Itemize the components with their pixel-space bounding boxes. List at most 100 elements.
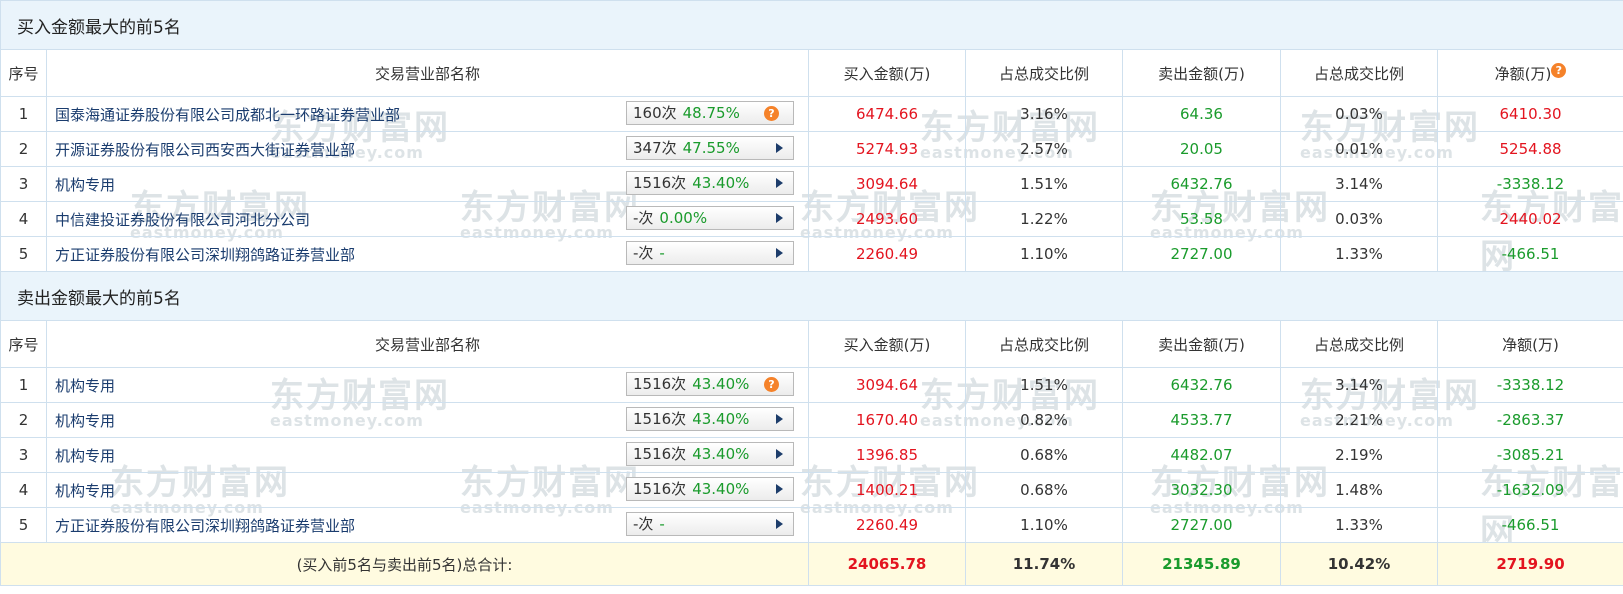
broker-name[interactable]: 机构专用 [55, 412, 115, 430]
history-pct: 48.75% [682, 104, 740, 122]
history-badge[interactable]: -次 - [626, 241, 794, 265]
play-arrow-icon [776, 449, 783, 459]
buy-ratio: 1.51% [965, 367, 1123, 403]
play-arrow-icon [776, 213, 783, 223]
buy-ratio: 0.68% [965, 472, 1123, 508]
sell-amount: 64.36 [1122, 96, 1281, 132]
broker-name[interactable]: 中信建投证券股份有限公司河北分公司 [55, 211, 310, 229]
net-amount: -3085.21 [1436, 437, 1623, 473]
history-count: 1516次 [633, 410, 687, 428]
history-badge[interactable]: 1516次 43.40% [626, 407, 794, 431]
sell-amount: 2727.00 [1122, 507, 1281, 543]
sell-amount: 20.05 [1122, 131, 1281, 167]
row-idx: 4 [0, 201, 47, 237]
col-name: 交易营业部名称 [46, 320, 809, 368]
net-amount: -1632.09 [1436, 472, 1623, 508]
history-badge[interactable]: 1516次 43.40% [626, 442, 794, 466]
broker-cell: 机构专用 1516次 43.40% [46, 437, 809, 473]
table-row: 4 机构专用 1516次 43.40% 1400.21 0.68% 3032.30 1.48%… [0, 472, 1623, 508]
question-icon[interactable]: ? [764, 106, 779, 121]
history-count: -次 [633, 209, 654, 227]
buy-ratio: 1.10% [965, 236, 1123, 272]
broker-name[interactable]: 机构专用 [55, 176, 115, 194]
buy-ratio: 3.16% [965, 96, 1123, 132]
col-net: 净额(万) [1436, 320, 1623, 368]
col-name: 交易营业部名称 [46, 49, 809, 97]
buy-amount: 2493.60 [808, 201, 966, 237]
row-idx: 5 [0, 236, 47, 272]
col-sell-ratio: 占总成交比例 [1280, 49, 1438, 97]
play-arrow-icon [776, 414, 783, 424]
history-count: -次 [633, 244, 654, 262]
question-icon[interactable]: ? [764, 377, 779, 392]
play-arrow-icon [776, 178, 783, 188]
col-buy-ratio: 占总成交比例 [965, 320, 1123, 368]
row-idx: 4 [0, 472, 47, 508]
row-idx: 2 [0, 402, 47, 438]
history-badge[interactable]: 1516次 43.40%? [626, 372, 794, 396]
history-pct: 43.40% [692, 174, 750, 192]
net-amount: -3338.12 [1436, 367, 1623, 403]
history-badge[interactable]: 347次 47.55% [626, 136, 794, 160]
history-count: -次 [633, 515, 654, 533]
play-arrow-icon [776, 248, 783, 258]
buy-amount: 5274.93 [808, 131, 966, 167]
buy-amount: 3094.64 [808, 166, 966, 202]
col-buy-ratio: 占总成交比例 [965, 49, 1123, 97]
sell-amount: 2727.00 [1122, 236, 1281, 272]
broker-name[interactable]: 方正证券股份有限公司深圳翔鸽路证券营业部 [55, 517, 355, 535]
row-idx: 5 [0, 507, 47, 543]
history-badge[interactable]: 1516次 43.40% [626, 171, 794, 195]
history-pct: 0.00% [659, 209, 708, 227]
broker-cell: 机构专用 1516次 43.40% [46, 472, 809, 508]
history-pct: 47.55% [682, 139, 740, 157]
buy-section-title: 买入金额最大的前5名 [0, 0, 1623, 50]
broker-cell: 机构专用 1516次 43.40% [46, 402, 809, 438]
broker-name[interactable]: 机构专用 [55, 377, 115, 395]
buy-amount: 2260.49 [808, 507, 966, 543]
total-label: (买入前5名与卖出前5名)总合计: [0, 542, 809, 586]
history-badge[interactable]: 1516次 43.40% [626, 477, 794, 501]
history-pct: - [659, 244, 665, 262]
question-icon[interactable]: ? [1551, 62, 1567, 78]
buy-amount: 2260.49 [808, 236, 966, 272]
row-idx: 2 [0, 131, 47, 167]
sell-amount: 4482.07 [1122, 437, 1281, 473]
broker-cell: 方正证券股份有限公司深圳翔鸽路证券营业部 -次 - [46, 507, 809, 543]
broker-name[interactable]: 机构专用 [55, 447, 115, 465]
sell-ratio: 3.14% [1280, 166, 1438, 202]
sell-amount: 6432.76 [1122, 367, 1281, 403]
table-row: 2 开源证券股份有限公司西安西大街证券营业部 347次 47.55% 5274.93 2.… [0, 131, 1623, 167]
total-row: (买入前5名与卖出前5名)总合计: 24065.78 11.74% 21345.… [0, 542, 1623, 586]
total-sell-ratio: 10.42% [1280, 542, 1438, 586]
history-count: 160次 [633, 104, 677, 122]
sell-ratio: 1.33% [1280, 507, 1438, 543]
col-idx: 序号 [0, 320, 47, 368]
sell-ratio: 0.01% [1280, 131, 1438, 167]
history-count: 1516次 [633, 445, 687, 463]
broker-name[interactable]: 机构专用 [55, 482, 115, 500]
history-badge[interactable]: -次 - [626, 512, 794, 536]
lhb-page: 东方财富网 eastmoney.com 东方财富网 eastmoney.com 东方… [0, 0, 1623, 594]
net-amount: -466.51 [1436, 236, 1623, 272]
broker-name[interactable]: 方正证券股份有限公司深圳翔鸽路证券营业部 [55, 246, 355, 264]
broker-name[interactable]: 开源证券股份有限公司西安西大街证券营业部 [55, 141, 355, 159]
net-amount: 6410.30 [1436, 96, 1623, 132]
history-pct: - [659, 515, 665, 533]
table-row: 2 机构专用 1516次 43.40% 1670.40 0.82% 4533.77 2.21%… [0, 402, 1623, 438]
play-arrow-icon [776, 484, 783, 494]
broker-cell: 机构专用 1516次 43.40% [46, 166, 809, 202]
net-amount: -466.51 [1436, 507, 1623, 543]
history-badge[interactable]: -次 0.00% [626, 206, 794, 230]
total-buy: 24065.78 [808, 542, 966, 586]
table-row: 1 国泰海通证券股份有限公司成都北一环路证券营业部 160次 48.75%? 6474.… [0, 96, 1623, 132]
broker-name[interactable]: 国泰海通证券股份有限公司成都北一环路证券营业部 [55, 106, 400, 124]
row-idx: 1 [0, 367, 47, 403]
history-count: 1516次 [633, 480, 687, 498]
play-arrow-icon [776, 519, 783, 529]
sell-ratio: 1.48% [1280, 472, 1438, 508]
total-net: 2719.90 [1436, 542, 1623, 586]
history-badge[interactable]: 160次 48.75%? [626, 101, 794, 125]
col-net: 净额(万)? [1436, 49, 1623, 97]
table-row: 5 方正证券股份有限公司深圳翔鸽路证券营业部 -次 - 2260.49 1.10% 2727… [0, 507, 1623, 543]
